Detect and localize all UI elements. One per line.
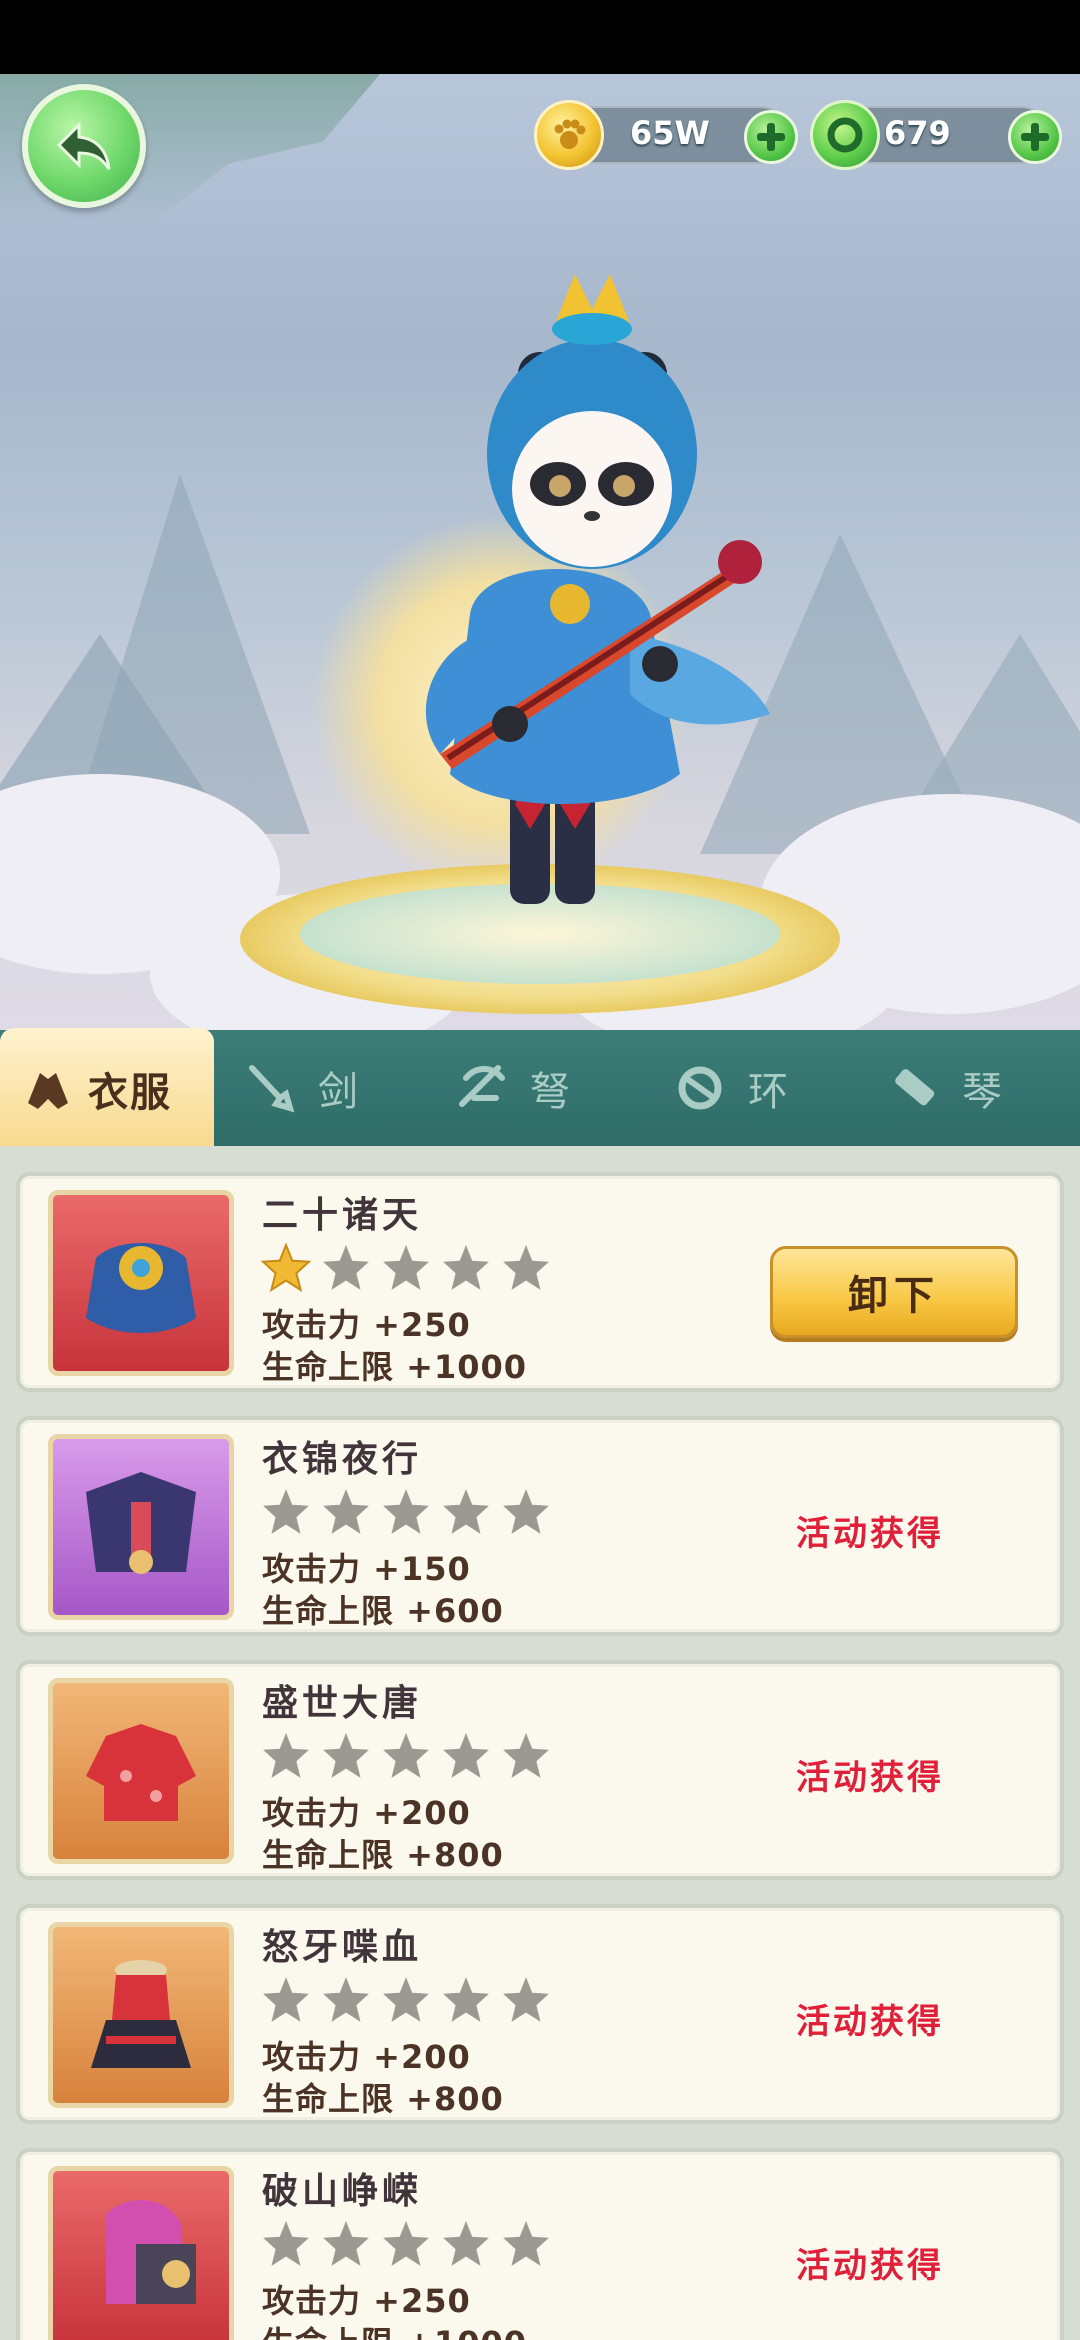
jade-icon — [810, 100, 880, 170]
ring-icon — [670, 1058, 730, 1118]
armor-dress-icon — [91, 1960, 191, 2068]
star-empty-icon — [323, 1977, 369, 2022]
clothing-icon — [18, 1059, 78, 1119]
star-rating — [260, 2218, 552, 2270]
star-empty-icon — [443, 1245, 489, 1290]
star-empty-icon — [263, 1977, 309, 2022]
tab-crossbow-label: 弩 — [530, 1069, 576, 1115]
item-name: 二十诸天 — [262, 1195, 423, 1236]
tab-clothing[interactable]: 衣服 — [0, 1028, 214, 1150]
star-empty-icon — [323, 1245, 369, 1290]
unequip-button[interactable]: 卸下 — [770, 1246, 1018, 1338]
star-empty-icon — [503, 1489, 549, 1534]
item-thumbnail — [48, 1678, 234, 1864]
attack-stat: 攻击力 +250 — [262, 1306, 471, 1344]
star-empty-icon — [383, 2221, 429, 2266]
plus-icon — [1021, 123, 1049, 151]
hp-stat: 生命上限 +1000 — [262, 2318, 527, 2340]
character-scene: 65W 679 — [0, 74, 1080, 1030]
star-empty-icon — [503, 1733, 549, 1778]
hp-stat: 生命上限 +800 — [262, 2080, 504, 2118]
star-empty-icon — [383, 1733, 429, 1778]
star-empty-icon — [323, 1733, 369, 1778]
tab-lute-label: 琴 — [962, 1069, 1008, 1115]
attack-stat: 攻击力 +150 — [262, 1550, 471, 1588]
item-name: 衣锦夜行 — [262, 1439, 423, 1480]
paw-coin-icon — [534, 100, 604, 170]
star-empty-icon — [503, 1245, 549, 1290]
item-name: 破山峥嵘 — [262, 2171, 423, 2212]
back-arrow-icon — [56, 121, 111, 170]
star-rating — [260, 1730, 552, 1782]
star-empty-icon — [443, 1733, 489, 1778]
plus-icon — [757, 123, 785, 151]
item-thumbnail — [48, 1922, 234, 2108]
hp-stat: 生命上限 +800 — [262, 1836, 504, 1874]
event-source-label: 活动获得 — [796, 1758, 944, 1798]
tab-ring[interactable]: 环 — [670, 1030, 794, 1146]
star-empty-icon — [443, 1977, 489, 2022]
equipment-tabs: 衣服 剑 弩 环 琴 — [0, 1028, 1080, 1150]
tab-sword[interactable]: 剑 — [240, 1030, 364, 1146]
jade-amount: 679 — [884, 114, 951, 152]
item-name: 怒牙喋血 — [262, 1927, 423, 1968]
star-empty-icon — [383, 1977, 429, 2022]
hp-stat: 生命上限 +600 — [262, 1592, 504, 1630]
hooded-armor-icon — [106, 2200, 196, 2304]
list-item[interactable]: 衣锦夜行 攻击力 +150 生命上限 +600 活动获得 — [16, 1416, 1064, 1636]
star-rating — [260, 1242, 552, 1294]
star-empty-icon — [323, 1489, 369, 1534]
star-empty-icon — [263, 1733, 309, 1778]
add-jade-button[interactable] — [1008, 110, 1062, 164]
star-empty-icon — [443, 1489, 489, 1534]
robe-icon — [86, 1243, 196, 1333]
star-empty-icon — [503, 1977, 549, 2022]
star-filled-icon — [260, 1242, 312, 1293]
tab-clothing-label: 衣服 — [88, 1070, 172, 1116]
star-empty-icon — [503, 2221, 549, 2266]
cloak-icon — [86, 1472, 196, 1574]
attack-stat: 攻击力 +250 — [262, 2282, 471, 2320]
tab-sword-label: 剑 — [318, 1069, 364, 1115]
tang-dress-icon — [86, 1724, 196, 1821]
tab-lute[interactable]: 琴 — [884, 1030, 1008, 1146]
star-rating — [260, 1974, 552, 2026]
back-button[interactable] — [22, 84, 146, 208]
tab-ring-label: 环 — [748, 1069, 794, 1115]
star-empty-icon — [443, 2221, 489, 2266]
star-empty-icon — [263, 1489, 309, 1534]
equipment-list: 二十诸天 攻击力 +250 生命上限 +1000 卸下 衣锦夜行 攻击力 +15… — [0, 1146, 1080, 2340]
list-item[interactable]: 二十诸天 攻击力 +250 生命上限 +1000 卸下 — [16, 1172, 1064, 1392]
attack-stat: 攻击力 +200 — [262, 1794, 471, 1832]
list-item[interactable]: 怒牙喋血 攻击力 +200 生命上限 +800 活动获得 — [16, 1904, 1064, 2124]
crossbow-icon — [452, 1058, 512, 1118]
list-item[interactable]: 破山峥嵘 攻击力 +250 生命上限 +1000 活动获得 — [16, 2148, 1064, 2340]
item-thumbnail — [48, 1190, 234, 1376]
event-source-label: 活动获得 — [796, 2002, 944, 2042]
item-name: 盛世大唐 — [262, 1683, 423, 1724]
star-empty-icon — [383, 1489, 429, 1534]
star-empty-icon — [323, 2221, 369, 2266]
tab-crossbow[interactable]: 弩 — [452, 1030, 576, 1146]
panda-hero-character[interactable] — [330, 254, 810, 954]
attack-stat: 攻击力 +200 — [262, 2038, 471, 2076]
item-thumbnail — [48, 1434, 234, 1620]
sword-icon — [240, 1058, 300, 1118]
status-bar — [0, 0, 1080, 74]
coin-amount: 65W — [630, 114, 710, 152]
hp-stat: 生命上限 +1000 — [262, 1348, 528, 1386]
event-source-label: 活动获得 — [796, 2246, 944, 2286]
star-empty-icon — [263, 2221, 309, 2266]
star-empty-icon — [383, 1245, 429, 1290]
add-coins-button[interactable] — [744, 110, 798, 164]
star-rating — [260, 1486, 552, 1538]
event-source-label: 活动获得 — [796, 1514, 944, 1554]
item-thumbnail — [48, 2166, 234, 2340]
lute-icon — [884, 1058, 944, 1118]
list-item[interactable]: 盛世大唐 攻击力 +200 生命上限 +800 活动获得 — [16, 1660, 1064, 1880]
